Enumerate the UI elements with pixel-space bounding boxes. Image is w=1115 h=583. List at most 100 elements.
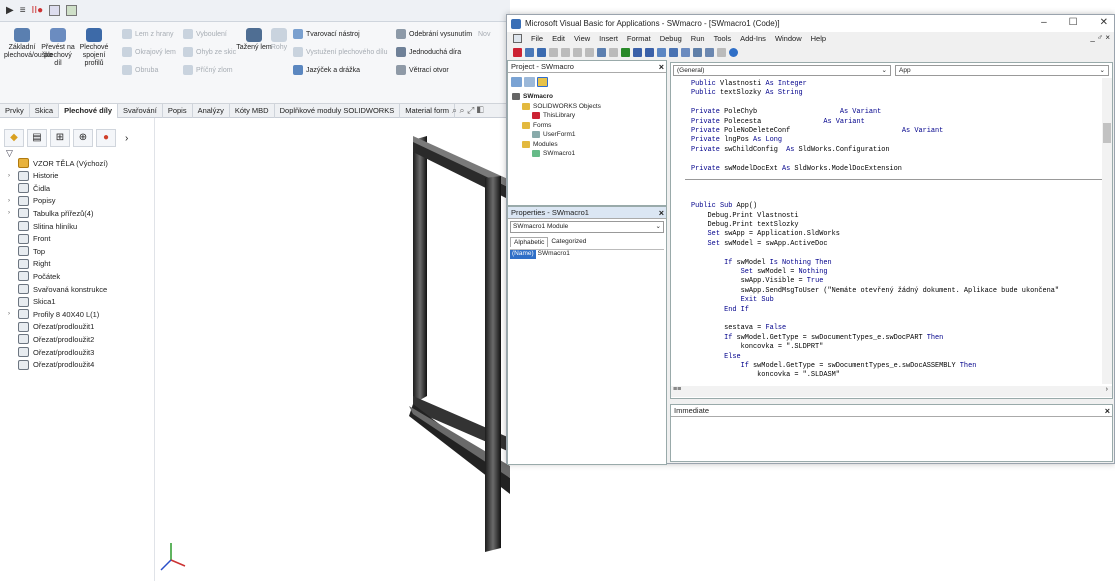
object-combo[interactable]: (General) ⌄: [673, 65, 891, 76]
mdi-controls[interactable]: _ ♂ ×: [1090, 33, 1110, 42]
code-vertical-scrollbar[interactable]: [1102, 78, 1112, 384]
insert-userform-icon[interactable]: [525, 48, 534, 57]
lofted-bend-button[interactable]: Tažený lem: [236, 28, 272, 52]
project-explorer-icon[interactable]: [669, 48, 678, 57]
project-tree-item[interactable]: Modules: [522, 140, 558, 148]
object-browser-icon[interactable]: [693, 48, 702, 57]
menu-item[interactable]: Edit: [552, 34, 565, 43]
toggle-folders-icon[interactable]: [537, 77, 548, 87]
design-mode-icon[interactable]: [657, 48, 666, 57]
project-tree-item[interactable]: ThisLibrary: [532, 112, 575, 119]
close-icon[interactable]: ×: [1105, 405, 1110, 417]
break-icon[interactable]: [633, 48, 642, 57]
minimize-icon[interactable]: –: [1041, 17, 1047, 28]
cut-icon[interactable]: [549, 48, 558, 57]
view-tools-icon[interactable]: ⌕ ⌕ ⤢ ◧: [452, 105, 484, 116]
toolbox-icon[interactable]: [705, 48, 714, 57]
tab-categorized[interactable]: Categorized: [548, 237, 589, 247]
cross-break-button[interactable]: Příčný zlom: [183, 62, 233, 78]
tab-6[interactable]: Kóty MBD: [230, 104, 275, 118]
view-object-icon[interactable]: [524, 77, 535, 87]
tab-5[interactable]: Analýzy: [193, 104, 230, 118]
expand-arrow-icon[interactable]: ›: [8, 173, 14, 179]
tab-3[interactable]: Svařování: [118, 104, 163, 118]
sheet-metal-gusset-button[interactable]: Vystužení plechového dílu: [293, 44, 387, 60]
properties-window-icon[interactable]: [681, 48, 690, 57]
close-icon[interactable]: ✕: [1100, 17, 1108, 28]
menu-item[interactable]: Add-Ins: [740, 34, 766, 43]
procedure-combo[interactable]: App ⌄: [895, 65, 1109, 76]
expand-arrow-icon[interactable]: ›: [8, 210, 14, 216]
help-icon[interactable]: [729, 48, 738, 57]
record-icon[interactable]: II●: [32, 5, 44, 16]
configuration-tab-icon[interactable]: ⊞: [50, 129, 70, 147]
dimxpert-tab-icon[interactable]: ⊕: [73, 129, 93, 147]
list-icon[interactable]: ≡: [20, 5, 26, 16]
paste-icon[interactable]: [573, 48, 582, 57]
menu-item[interactable]: Tools: [714, 34, 732, 43]
code-horizontal-scrollbar[interactable]: ≡≡ ›: [671, 386, 1112, 397]
tab-and-slot-button[interactable]: Jazýček a drážka: [293, 62, 360, 78]
copy-icon[interactable]: [561, 48, 570, 57]
property-tab-icon[interactable]: ▤: [27, 129, 47, 147]
jog-button[interactable]: Vyboulení: [183, 26, 227, 42]
expand-arrow-icon[interactable]: ›: [8, 311, 14, 317]
project-tree-item[interactable]: SWmacro: [512, 93, 553, 100]
find-icon[interactable]: [585, 48, 594, 57]
tree-item[interactable]: Ořezat/prodloužit4: [8, 358, 94, 372]
scroll-right-icon[interactable]: ›: [1106, 386, 1108, 393]
tab-4[interactable]: Popis: [163, 104, 193, 118]
menu-item[interactable]: Help: [811, 34, 826, 43]
property-value[interactable]: SWmacro1: [536, 250, 570, 259]
run-icon[interactable]: [621, 48, 630, 57]
tab-2[interactable]: Plechové díly: [59, 104, 119, 118]
menu-item[interactable]: Run: [691, 34, 705, 43]
more-icon[interactable]: [717, 48, 726, 57]
maximize-icon[interactable]: ☐: [1069, 17, 1078, 28]
menu-item[interactable]: Insert: [599, 34, 618, 43]
forming-tool-button[interactable]: Tvarovací nástroj: [293, 26, 360, 42]
expand-arrow-icon[interactable]: ›: [8, 198, 14, 204]
close-icon[interactable]: ×: [659, 61, 664, 73]
solidworks-icon[interactable]: [513, 48, 522, 57]
tab-1[interactable]: Skica: [30, 104, 60, 118]
project-tree-item[interactable]: SWmacro1: [532, 150, 575, 157]
vent-button[interactable]: Větrací otvor: [396, 62, 449, 78]
property-row-name[interactable]: (Name) SWmacro1: [510, 249, 664, 259]
full-module-view-icon[interactable]: ≡≡: [673, 386, 681, 393]
convert-to-sheet-metal-button[interactable]: Převést na plechový díl: [40, 28, 76, 68]
feature-tree-tab-icon[interactable]: ◆: [4, 129, 24, 147]
base-flange-button[interactable]: Základní plechová/ouško: [4, 28, 53, 60]
chevron-right-icon[interactable]: ›: [125, 133, 128, 144]
reset-icon[interactable]: [645, 48, 654, 57]
graphics-viewport[interactable]: [155, 118, 510, 581]
project-tree-item[interactable]: Forms: [522, 121, 551, 129]
save-icon[interactable]: [537, 48, 546, 57]
sheet-metal-joint-button[interactable]: Plechové spojení profilů: [76, 28, 112, 68]
redo-icon[interactable]: [609, 48, 618, 57]
tab-0[interactable]: Prvky: [0, 104, 30, 118]
object-dropdown[interactable]: SWmacro1 Module ⌄: [510, 221, 664, 233]
tab-8[interactable]: Material form: [400, 104, 455, 118]
menu-item[interactable]: Debug: [660, 34, 682, 43]
code-editor[interactable]: Public Vlastnosti As Integer Public textS…: [671, 78, 1112, 384]
undo-icon[interactable]: [597, 48, 606, 57]
project-tree-item[interactable]: SOLIDWORKS Objects: [522, 102, 601, 110]
tab-7[interactable]: Doplňkové moduly SOLIDWORKS: [275, 104, 401, 118]
simple-hole-button[interactable]: Jednoduchá díra: [396, 44, 461, 60]
menu-item[interactable]: View: [574, 34, 590, 43]
extruded-cut-button[interactable]: Odebrání vysunutím: [396, 26, 472, 42]
hem-button[interactable]: Obruba: [122, 62, 158, 78]
edge-flange-button[interactable]: Lem z hrany: [122, 26, 174, 42]
project-tree-item[interactable]: UserForm1: [532, 131, 576, 138]
menu-item[interactable]: Window: [775, 34, 802, 43]
menu-item[interactable]: File: [531, 34, 543, 43]
display-tab-icon[interactable]: ●: [96, 129, 116, 147]
corners-button[interactable]: Rohy: [268, 28, 290, 52]
macro-edit-icon[interactable]: [66, 5, 78, 16]
sketched-bend-button[interactable]: Ohyb ze skic: [183, 44, 236, 60]
play-icon[interactable]: ▶: [6, 5, 14, 16]
miter-flange-button[interactable]: Okrajový lem: [122, 44, 176, 60]
close-icon[interactable]: ×: [659, 207, 664, 219]
macro-icon[interactable]: [49, 5, 61, 16]
